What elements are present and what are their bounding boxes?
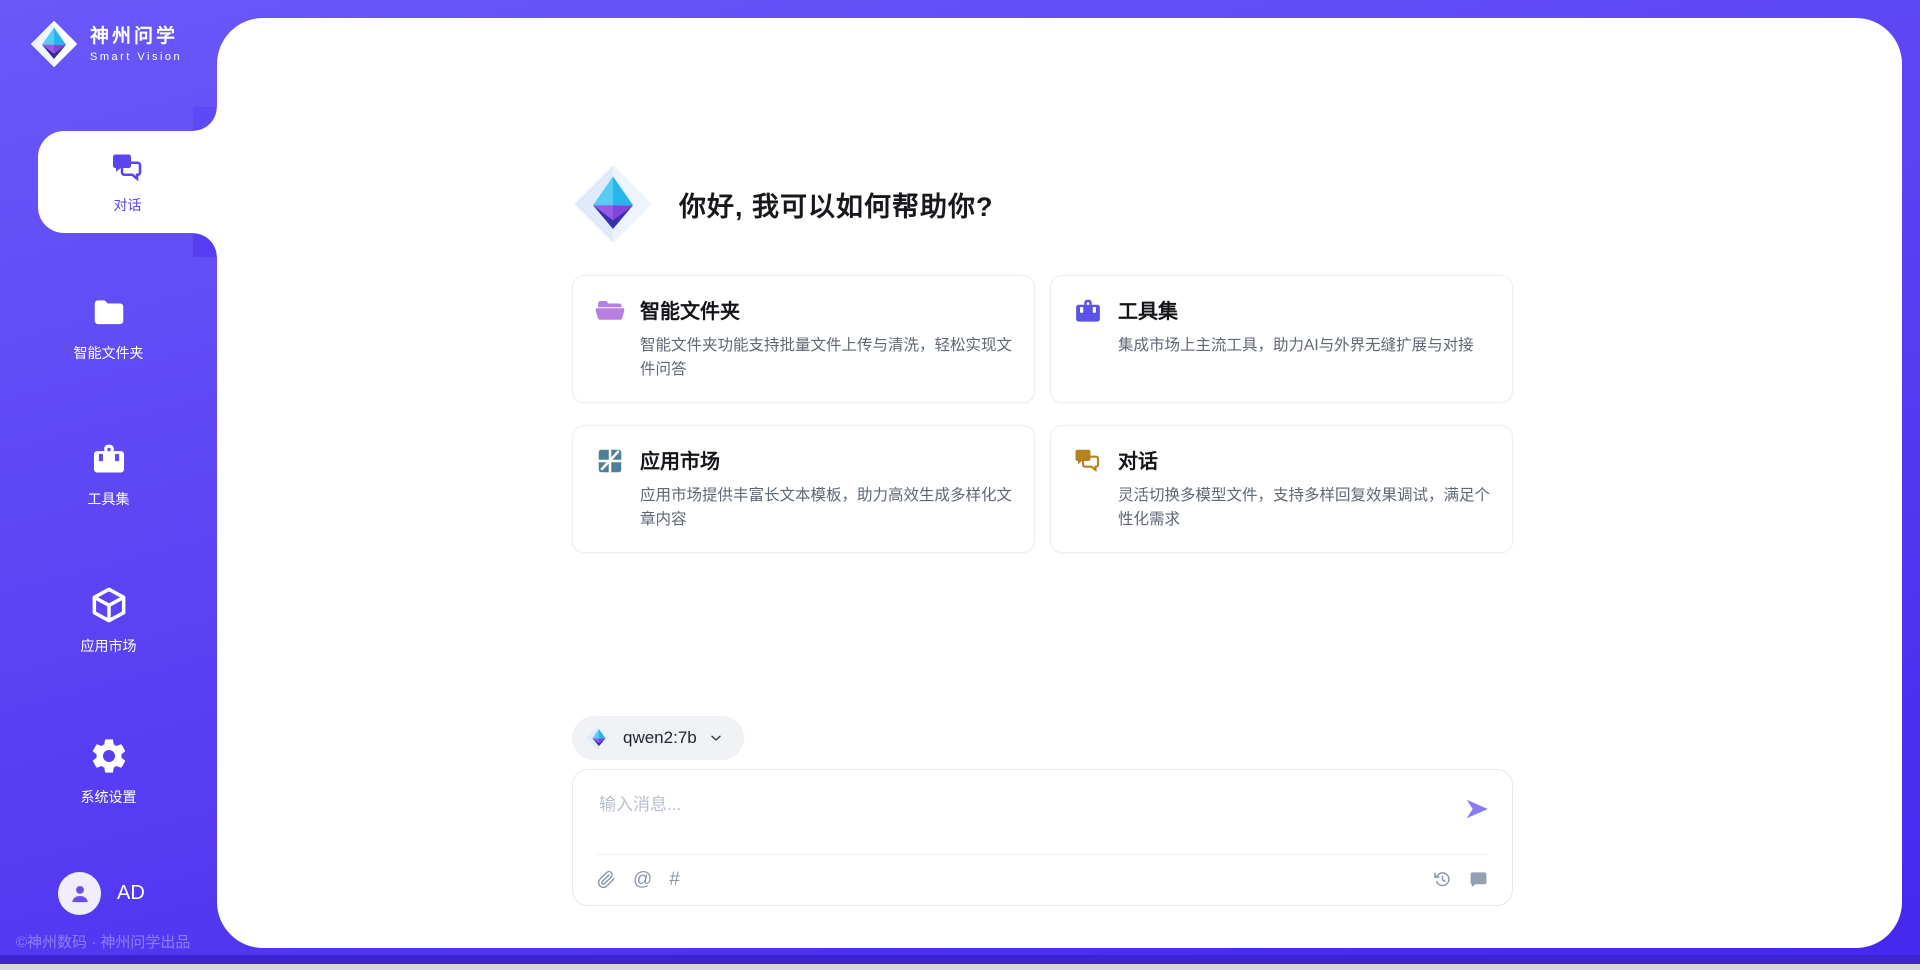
person-icon xyxy=(67,881,93,907)
hero: 你好, 我可以如何帮助你? xyxy=(573,164,994,244)
message-input[interactable] xyxy=(573,770,1512,850)
folder-icon xyxy=(90,294,128,332)
diamond-logo-icon xyxy=(573,164,653,244)
send-icon[interactable] xyxy=(1464,796,1490,822)
sidebar-item-toolset[interactable]: 工具集 xyxy=(0,440,217,509)
sidebar-item-settings[interactable]: 系统设置 xyxy=(0,736,217,807)
card-title: 工具集 xyxy=(1118,295,1502,324)
card-toolset[interactable]: 工具集 集成市场上主流工具，助力AI与外界无缝扩展与对接 xyxy=(1050,275,1513,403)
sidebar-item-chat[interactable]: 对话 xyxy=(38,131,217,233)
card-title: 对话 xyxy=(1118,445,1502,474)
card-title: 应用市场 xyxy=(640,445,1024,474)
brand-logo: 神州问学 Smart Vision xyxy=(30,20,182,68)
sidebar: 神州问学 Smart Vision 对话 智能文件夹 工具集 xyxy=(0,0,217,970)
bottom-accent-strip xyxy=(0,955,1920,964)
brand-name-cn: 神州问学 xyxy=(90,25,182,49)
model-selector[interactable]: qwen2:7b xyxy=(572,716,744,760)
card-description: 智能文件夹功能支持批量文件上传与清洗，轻松实现文件问答 xyxy=(640,334,1024,382)
toolbox-icon xyxy=(1073,296,1103,326)
paperclip-icon[interactable] xyxy=(597,870,616,889)
bottom-edge-strip xyxy=(0,964,1920,970)
copyright-text: ©神州数码 · 神州问学出品 xyxy=(16,931,190,952)
at-icon[interactable]: @ xyxy=(633,869,652,891)
sidebar-item-label: 对话 xyxy=(114,195,142,215)
card-chat[interactable]: 对话 灵活切换多模型文件，支持多样回复效果调试，满足个性化需求 xyxy=(1050,425,1513,553)
chat-icon xyxy=(1073,446,1103,476)
tab-fillet-top xyxy=(193,107,217,131)
avatar xyxy=(58,872,101,915)
card-title: 智能文件夹 xyxy=(640,295,1024,324)
sidebar-item-smart-folder[interactable]: 智能文件夹 xyxy=(0,294,217,363)
sidebar-item-label: 系统设置 xyxy=(81,787,137,807)
user-initials: AD xyxy=(117,882,145,905)
sidebar-item-app-market[interactable]: 应用市场 xyxy=(0,585,217,656)
user-profile[interactable]: AD xyxy=(58,872,145,915)
card-description: 灵活切换多模型文件，支持多样回复效果调试，满足个性化需求 xyxy=(1118,484,1502,532)
composer-toolbar: @ # xyxy=(597,854,1488,905)
chat-icon xyxy=(110,150,146,186)
card-description: 应用市场提供丰富长文本模板，助力高效生成多样化文章内容 xyxy=(640,484,1024,532)
sidebar-item-label: 工具集 xyxy=(88,489,130,509)
model-name: qwen2:7b xyxy=(623,728,697,748)
diamond-logo-icon xyxy=(586,725,612,751)
hash-icon[interactable]: # xyxy=(669,869,680,891)
card-description: 集成市场上主流工具，助力AI与外界无缝扩展与对接 xyxy=(1118,334,1502,358)
card-app-market[interactable]: 应用市场 应用市场提供丰富长文本模板，助力高效生成多样化文章内容 xyxy=(572,425,1035,553)
brand-name-en: Smart Vision xyxy=(90,51,182,63)
folder-icon xyxy=(595,296,625,326)
cube-icon xyxy=(89,585,129,625)
tab-fillet-bottom xyxy=(193,233,217,257)
grid-icon xyxy=(595,446,625,476)
card-smart-folder[interactable]: 智能文件夹 智能文件夹功能支持批量文件上传与清洗，轻松实现文件问答 xyxy=(572,275,1035,403)
main-panel: 你好, 我可以如何帮助你? 智能文件夹 智能文件夹功能支持批量文件上传与清洗，轻… xyxy=(217,18,1902,948)
message-composer: @ # xyxy=(572,769,1513,906)
sidebar-item-label: 应用市场 xyxy=(81,636,137,656)
diamond-logo-icon xyxy=(30,20,78,68)
chat-bubble-icon[interactable] xyxy=(1469,870,1488,889)
chevron-down-icon xyxy=(708,730,724,746)
gear-icon xyxy=(89,736,129,776)
greeting-title: 你好, 我可以如何帮助你? xyxy=(679,185,994,224)
toolbox-icon xyxy=(90,440,128,478)
history-icon[interactable] xyxy=(1433,870,1452,889)
feature-cards: 智能文件夹 智能文件夹功能支持批量文件上传与清洗，轻松实现文件问答 工具集 集成… xyxy=(572,275,1513,553)
sidebar-item-label: 智能文件夹 xyxy=(74,343,144,363)
